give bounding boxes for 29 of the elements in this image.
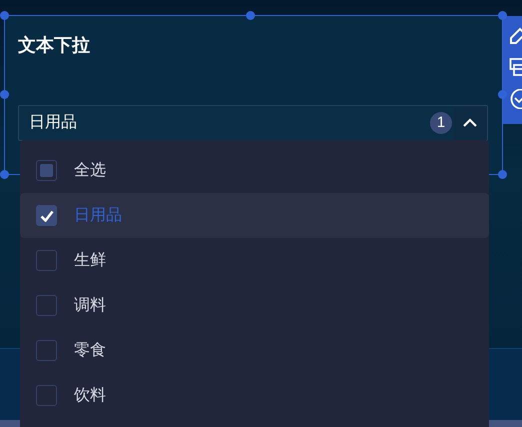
resize-handle[interactable] xyxy=(246,11,255,20)
dropdown-option[interactable]: 饮料 xyxy=(20,373,489,418)
option-label: 调料 xyxy=(74,296,106,316)
resize-handle[interactable] xyxy=(498,170,507,179)
check-icon xyxy=(40,210,54,222)
resize-handle[interactable] xyxy=(498,11,507,20)
checkbox[interactable] xyxy=(36,385,57,406)
dropdown-option[interactable]: 生鲜 xyxy=(20,238,489,283)
select-value: 日用品 xyxy=(28,113,78,133)
checkbox[interactable] xyxy=(36,295,57,316)
checkbox[interactable] xyxy=(36,205,57,226)
pencil-icon[interactable] xyxy=(509,25,522,45)
checkbox[interactable] xyxy=(36,160,57,181)
resize-handle[interactable] xyxy=(0,11,9,20)
resize-handle[interactable] xyxy=(0,170,9,179)
copy-icon[interactable] xyxy=(509,57,522,77)
indeterminate-mark xyxy=(40,164,53,177)
widget-title: 文本下拉 xyxy=(18,34,90,57)
option-label: 生鲜 xyxy=(74,250,106,270)
option-label: 日用品 xyxy=(74,206,122,226)
checkbox[interactable] xyxy=(36,340,57,361)
select-field[interactable]: 日用品 1 xyxy=(18,105,488,141)
dropdown-option[interactable]: 零食 xyxy=(20,328,489,373)
dropdown-option[interactable]: 调料 xyxy=(20,283,489,328)
option-label: 零食 xyxy=(74,340,106,360)
count-badge: 1 xyxy=(430,112,452,134)
option-label: 饮料 xyxy=(74,386,106,406)
resize-handle[interactable] xyxy=(0,90,9,99)
checkbox[interactable] xyxy=(36,250,57,271)
